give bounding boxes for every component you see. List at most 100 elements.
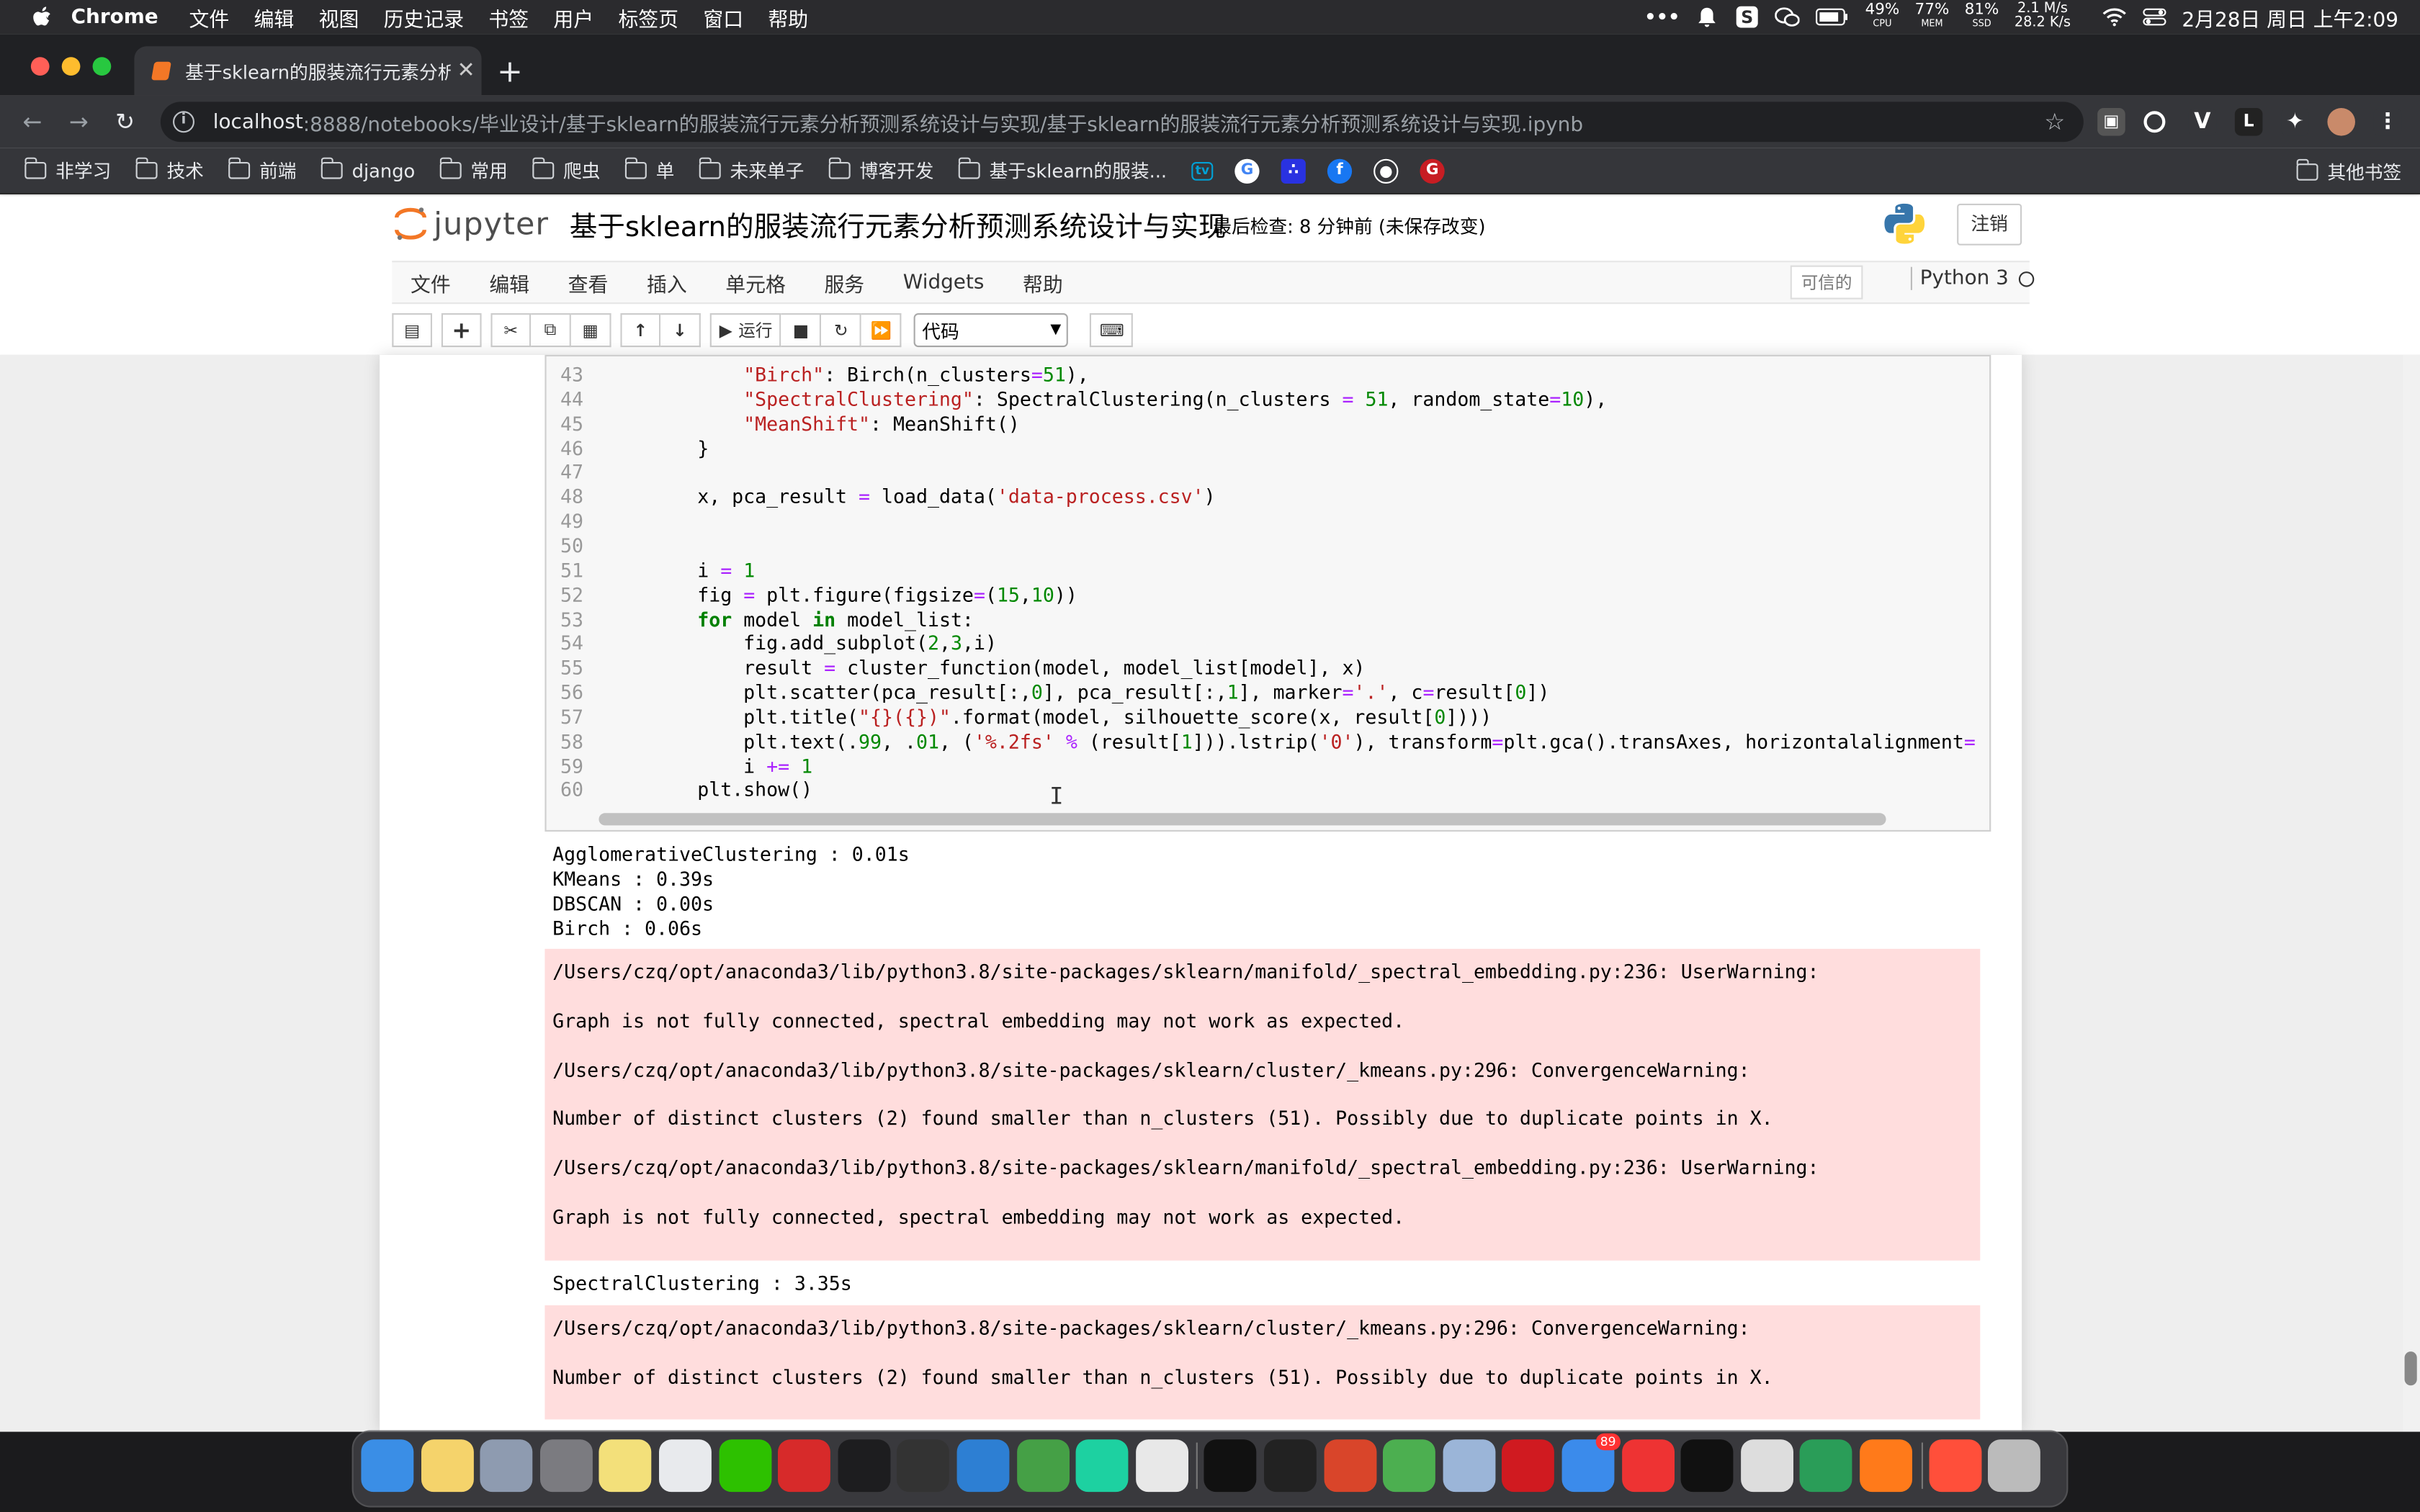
page-scrollbar-thumb[interactable]	[2404, 1351, 2417, 1386]
vscode-icon[interactable]	[956, 1439, 1010, 1493]
facebook-icon[interactable]: f	[1327, 158, 1353, 183]
other-bookmarks[interactable]: 其他书签	[2296, 148, 2401, 194]
code-cell[interactable]: 43 "Birch": Birch(n_clusters=51), 44 "Spe…	[544, 354, 1991, 832]
notes-icon[interactable]	[421, 1439, 473, 1493]
recycle-icon[interactable]	[1800, 1439, 1853, 1493]
bookmark-folder[interactable]: django	[321, 157, 415, 181]
jmenu-help[interactable]: 帮助	[1023, 268, 1063, 297]
menu-user[interactable]: 用户	[553, 2, 593, 32]
extension-v-icon[interactable]: V	[2188, 108, 2217, 136]
trash-icon[interactable]	[1988, 1439, 2041, 1493]
code-line[interactable]: 51 i = 1	[547, 558, 755, 582]
menu-tabs[interactable]: 标签页	[618, 2, 678, 32]
code-line[interactable]: 56 plt.scatter(pca_result[:,0], pca_resu…	[547, 680, 1549, 705]
code-line[interactable]: 55 result = cluster_function(model, mode…	[547, 656, 1365, 680]
chrome-icon[interactable]	[659, 1439, 712, 1493]
stickies-icon[interactable]	[599, 1439, 653, 1493]
scrobbler-icon[interactable]: S	[1736, 6, 1760, 28]
logout-button[interactable]: 注销	[1957, 203, 2022, 246]
qq-icon[interactable]	[838, 1439, 890, 1493]
clock[interactable]: 2月28日 周日 上午2:09	[2182, 2, 2398, 32]
extension-circle-icon[interactable]	[2143, 111, 2166, 133]
notification-icon[interactable]	[1695, 6, 1720, 28]
bookmark-folder[interactable]: 爬虫	[532, 157, 600, 184]
control-center-icon[interactable]	[2142, 6, 2166, 28]
cell-type-select[interactable]: 代码 ▼	[914, 313, 1069, 348]
code-line[interactable]: 58 plt.text(.99, .01, ('%.2fs' % (result…	[547, 729, 1976, 754]
system-prefs-icon[interactable]	[539, 1439, 593, 1493]
terminal-icon[interactable]	[1204, 1439, 1258, 1493]
minimize-window-button[interactable]	[61, 57, 81, 76]
kernel-indicator[interactable]: Python 3	[1910, 266, 2035, 290]
launchpad-icon[interactable]	[480, 1439, 533, 1493]
horizontal-scrollbar[interactable]	[599, 813, 1886, 826]
copy-icon[interactable]: ⧉	[531, 313, 571, 348]
jmenu-cell[interactable]: 单元格	[725, 268, 786, 297]
wifi-icon[interactable]	[2102, 6, 2126, 28]
close-tab-icon[interactable]: ✕	[451, 58, 482, 83]
jmenu-widgets[interactable]: Widgets	[903, 271, 985, 294]
code-line[interactable]: 54 fig.add_subplot(2,3,i)	[547, 631, 997, 656]
reload-icon[interactable]: ↻	[102, 108, 148, 136]
code-line[interactable]: 44 "SpectralClustering": SpectralCluster…	[547, 387, 1607, 412]
firefox2-icon[interactable]	[1928, 1439, 1981, 1493]
restart-run-all-icon[interactable]: ⏩	[861, 313, 902, 348]
extension-mask-icon[interactable]: ▣	[2097, 108, 2125, 136]
et-icon[interactable]	[897, 1439, 950, 1493]
code-line[interactable]: 43 "Birch": Birch(n_clusters=51),	[547, 363, 1089, 387]
code-line[interactable]: 52 fig = plt.figure(figsize=(15,10))	[547, 582, 1077, 607]
github-icon[interactable]: ●	[1373, 158, 1399, 183]
finder-icon[interactable]	[361, 1439, 414, 1493]
jmenu-view[interactable]: 查看	[568, 268, 609, 297]
trusted-badge[interactable]: 可信的	[1790, 265, 1863, 300]
gitee-icon[interactable]: G	[1420, 158, 1445, 183]
back-icon[interactable]: ←	[9, 108, 55, 136]
qq2-icon[interactable]	[1680, 1439, 1734, 1493]
menu-window[interactable]: 窗口	[703, 2, 743, 32]
menu-edit[interactable]: 编辑	[254, 2, 295, 32]
code-line[interactable]: 47	[547, 460, 652, 485]
wechat-tray-icon[interactable]	[1775, 6, 1801, 28]
bookmark-folder[interactable]: 非学习	[24, 157, 111, 184]
forward-icon[interactable]: →	[55, 108, 102, 136]
textedit-icon[interactable]	[1740, 1439, 1793, 1493]
more-icon[interactable]: •••	[1644, 6, 1680, 28]
keynote-icon[interactable]	[1323, 1439, 1376, 1493]
preview-icon[interactable]	[1443, 1439, 1495, 1493]
pdf-icon[interactable]	[1621, 1439, 1675, 1493]
bookmark-folder[interactable]: 博客开发	[828, 157, 933, 184]
typora-icon[interactable]	[1135, 1439, 1188, 1493]
jmenu-edit[interactable]: 编辑	[489, 268, 529, 297]
menu-history[interactable]: 历史记录	[384, 2, 464, 32]
baidu-icon[interactable]: ∴	[1281, 158, 1306, 183]
page-scrollbar-track[interactable]	[2403, 354, 2420, 1432]
move-down-icon[interactable]: ↓	[660, 313, 701, 348]
anaconda-icon[interactable]	[1016, 1439, 1070, 1493]
menu-file[interactable]: 文件	[189, 2, 230, 32]
new-tab-icon[interactable]: +	[497, 53, 523, 89]
mail-icon[interactable]: 89	[1561, 1433, 1621, 1493]
code-line[interactable]: 53 for model in model_list:	[547, 607, 974, 631]
save-icon[interactable]: ▤	[392, 313, 432, 348]
move-up-icon[interactable]: ↑	[620, 313, 661, 348]
zoom-window-button[interactable]	[92, 57, 112, 76]
youdao-icon[interactable]	[1502, 1439, 1555, 1493]
google-icon[interactable]: G	[1234, 158, 1260, 183]
jmenu-file[interactable]: 文件	[411, 268, 451, 297]
jupyter-logo[interactable]: jupyter	[393, 201, 549, 247]
browser-tab-active[interactable]: 基于sklearn的服装流行元素分析 ✕	[134, 46, 482, 96]
wps-icon[interactable]	[778, 1439, 831, 1493]
firefox-icon[interactable]	[1860, 1439, 1912, 1493]
bookmark-folder[interactable]: 技术	[135, 157, 204, 184]
notebook-title[interactable]: 基于sklearn的服装流行元素分析预测系统设计与实现	[570, 205, 1227, 246]
interrupt-icon[interactable]: ■	[781, 313, 823, 348]
code-line[interactable]: 46 }	[547, 436, 709, 460]
code-line[interactable]: 49	[547, 509, 652, 534]
code-line[interactable]: 60 plt.show()	[547, 778, 812, 803]
code-line[interactable]: 59 i += 1	[547, 754, 812, 778]
extensions-puzzle-icon[interactable]: ✦	[2281, 108, 2309, 136]
site-info-icon[interactable]: i	[173, 111, 194, 133]
music-icon[interactable]	[1383, 1439, 1436, 1493]
close-window-button[interactable]	[30, 57, 50, 76]
chrome-menu-icon[interactable]: ⋮	[2373, 108, 2402, 136]
